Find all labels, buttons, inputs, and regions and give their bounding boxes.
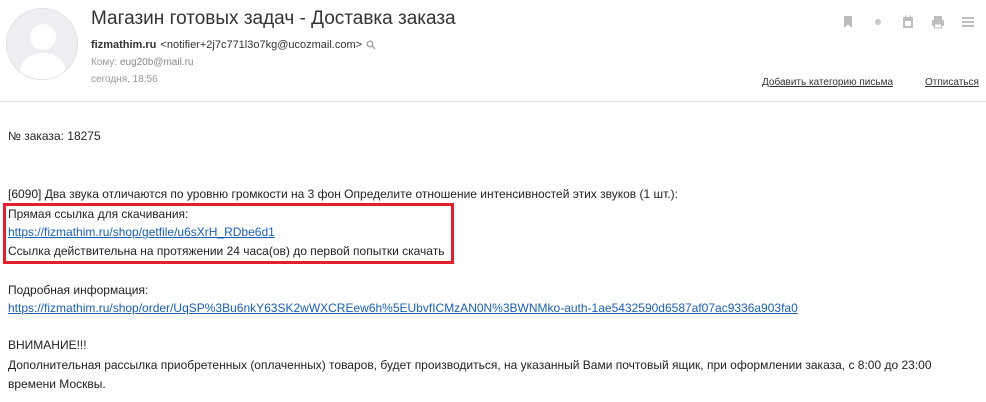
circle-icon[interactable] <box>870 14 886 30</box>
add-category-link[interactable]: Добавить категорию письма <box>762 77 893 88</box>
search-icon[interactable] <box>366 40 376 50</box>
recipient-row: Кому: eug20b@mail.ru <box>91 57 193 68</box>
item-description: [6090] Два звука отличаются по уровню гр… <box>8 187 678 201</box>
print-icon[interactable] <box>930 14 946 30</box>
email-toolbar <box>840 14 976 30</box>
user-silhouette-icon <box>19 24 67 79</box>
warning-text-line-1: Дополнительная рассылка приобретенных (о… <box>8 358 932 372</box>
recipient-address[interactable]: eug20b@mail.ru <box>120 57 194 68</box>
sender-name[interactable]: fizmathim.ru <box>91 39 156 51</box>
unsubscribe-link[interactable]: Отписаться <box>925 77 979 88</box>
sender-email[interactable]: <notifier+2j7c771l3o7kg@ucozmail.com> <box>160 39 362 51</box>
bookmark-icon[interactable] <box>840 14 856 30</box>
recipient-label: Кому: <box>91 57 118 68</box>
warning-text-line-2: времени Москвы. <box>8 377 106 391</box>
more-icon[interactable] <box>960 14 976 30</box>
email-date: сегодня, 18:56 <box>91 74 158 85</box>
sender-row: fizmathim.ru <notifier+2j7c771l3o7kg@uco… <box>91 39 376 51</box>
calendar-icon[interactable] <box>900 14 916 30</box>
email-subject: Магазин готовых задач - Доставка заказа <box>91 8 456 29</box>
highlight-box <box>3 203 454 264</box>
email-header: Магазин готовых задач - Доставка заказа … <box>0 0 986 102</box>
order-number: № заказа: 18275 <box>8 129 101 143</box>
warning-title: ВНИМАНИЕ!!! <box>8 338 87 352</box>
sender-avatar[interactable] <box>6 8 78 80</box>
details-label: Подробная информация: <box>8 283 149 297</box>
order-details-link[interactable]: https://fizmathim.ru/shop/order/UqSP%3Bu… <box>8 300 798 316</box>
